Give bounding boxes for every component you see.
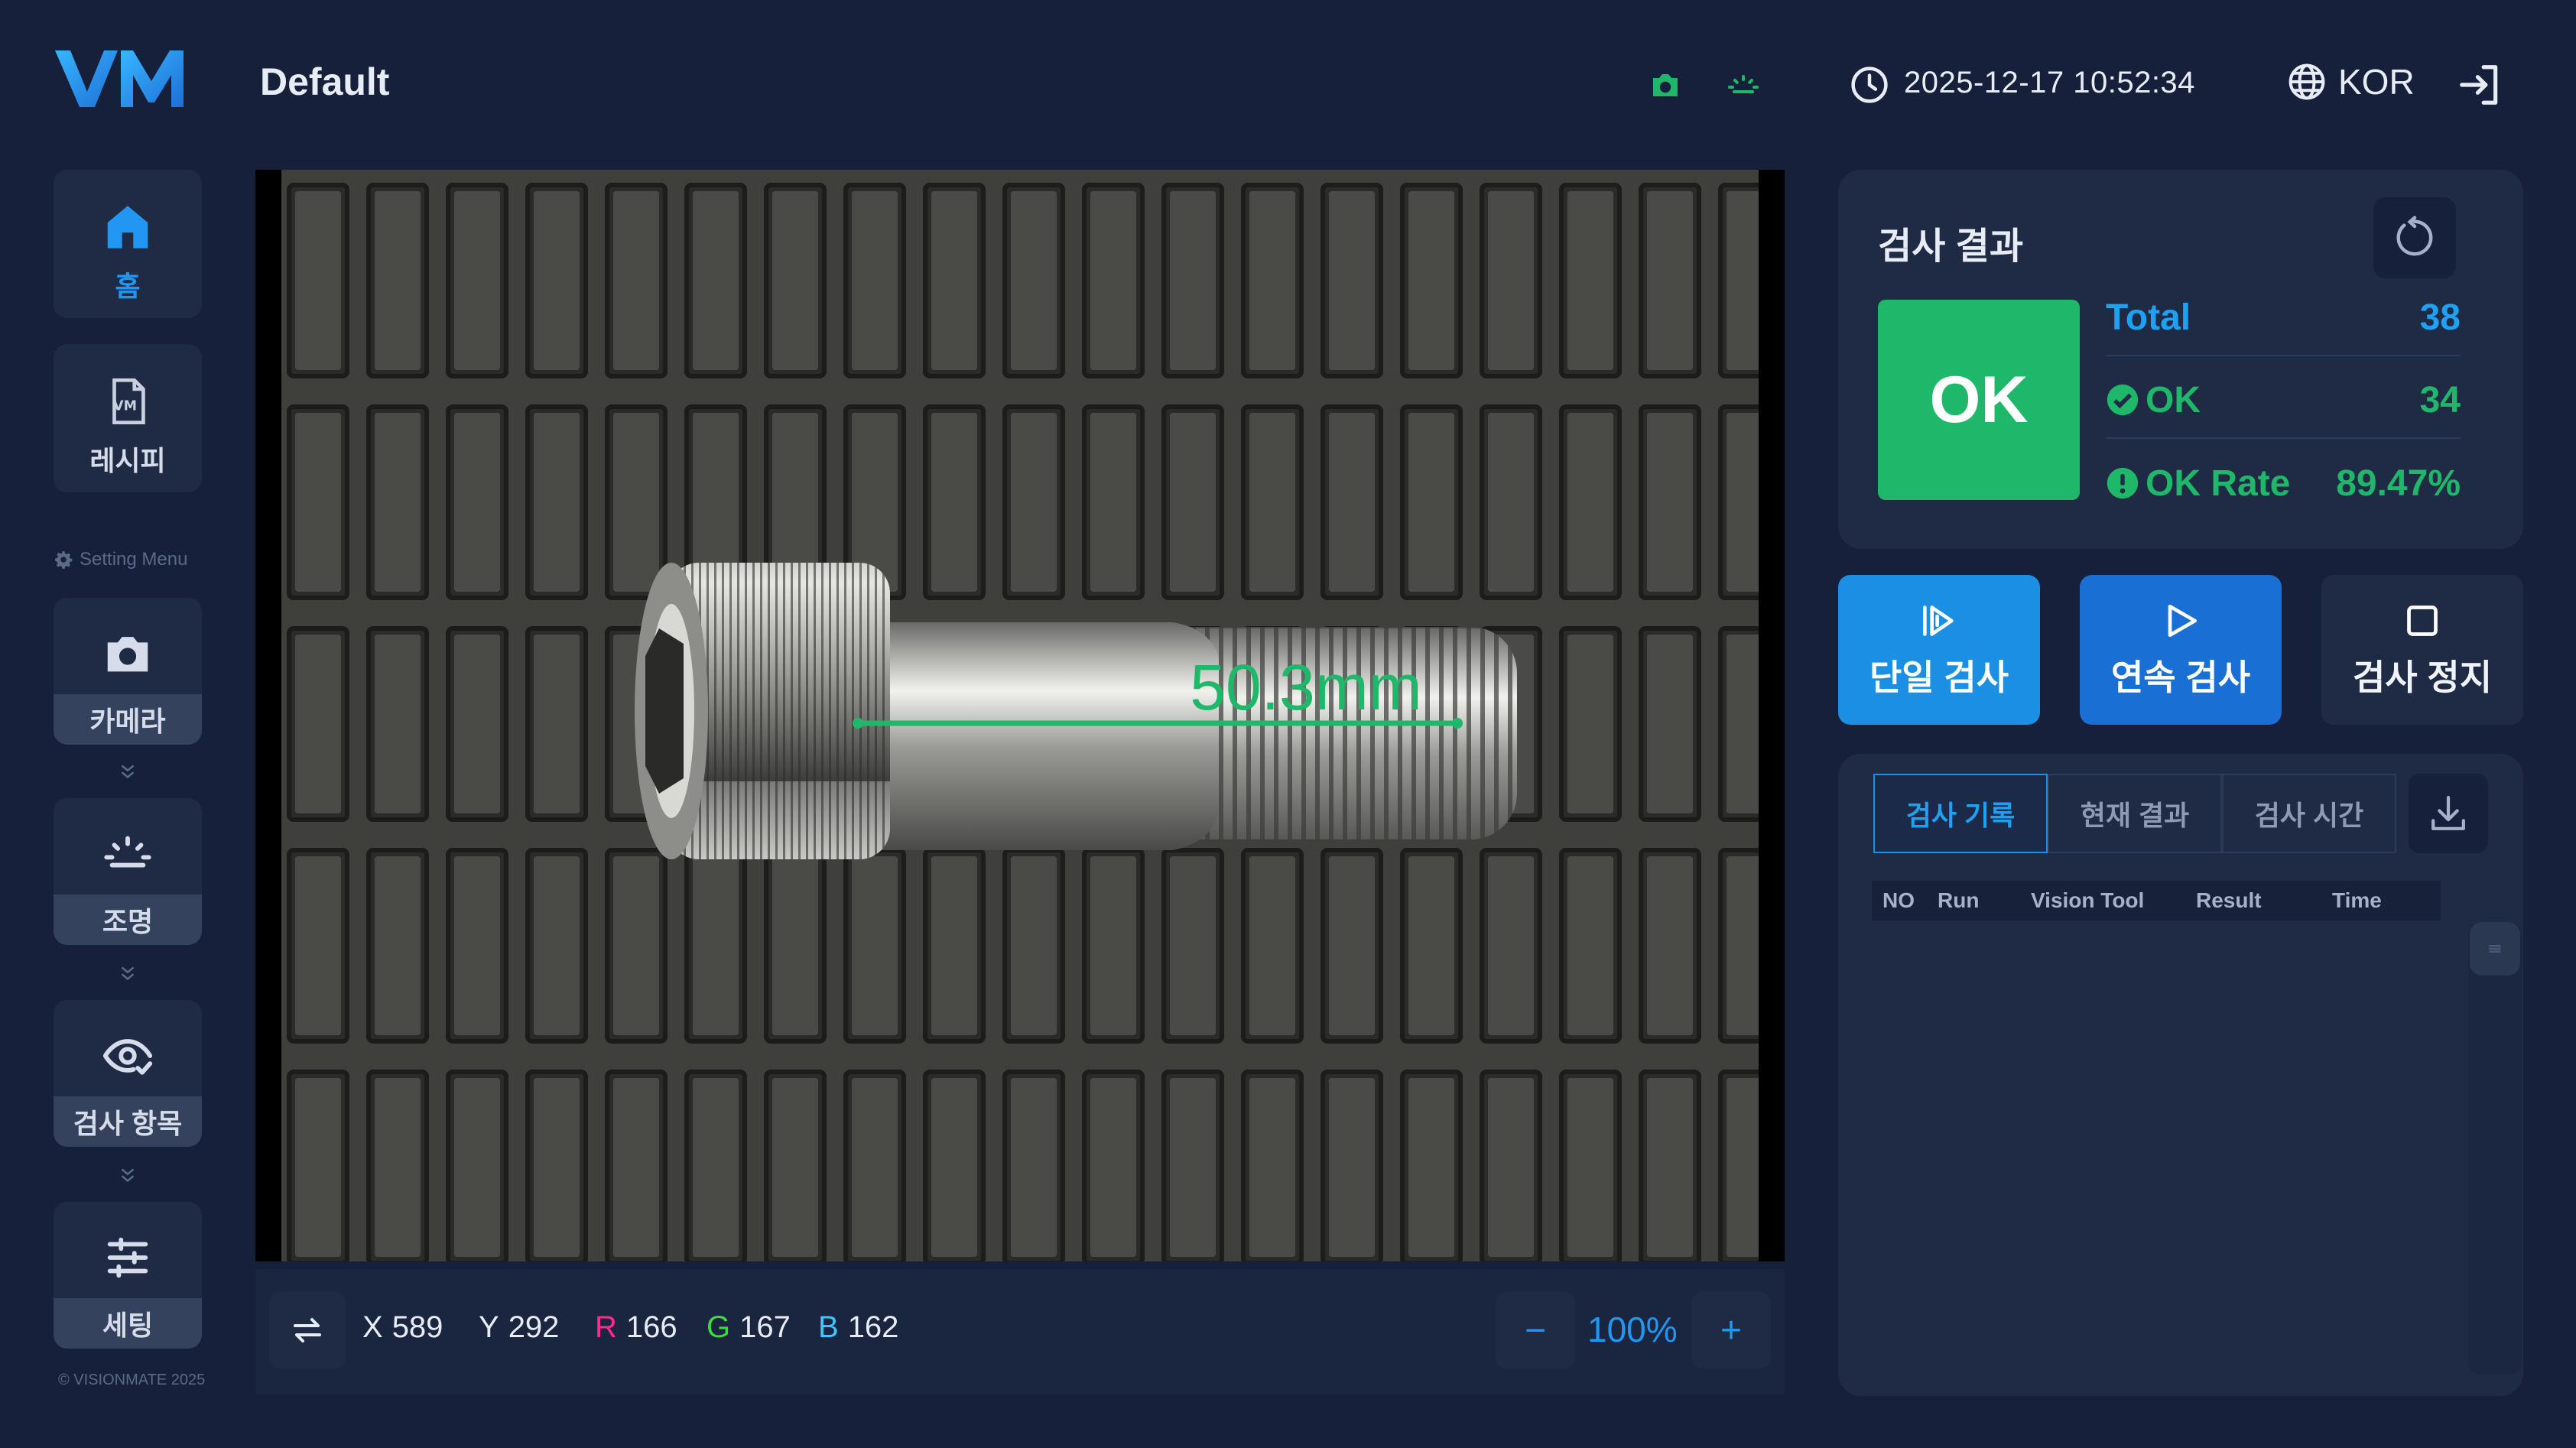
- language-selector[interactable]: KOR: [2286, 61, 2415, 102]
- zoom-level: 100%: [1587, 1310, 1678, 1349]
- swap-button[interactable]: [269, 1292, 346, 1368]
- tab-inspection-time[interactable]: 검사 시간: [2222, 774, 2396, 853]
- stat-ok-rate: OK Rate 89.47%: [2106, 445, 2461, 521]
- measurement-label: 50.3mm: [1190, 651, 1421, 723]
- column-header: Time: [2332, 888, 2382, 912]
- svg-text:VM: VM: [113, 399, 137, 414]
- r-label: R: [595, 1310, 617, 1344]
- history-scrollbar[interactable]: [2468, 922, 2522, 1375]
- sidebar-item-label: 조명: [54, 894, 202, 945]
- sidebar-item-home[interactable]: 홈: [54, 170, 202, 318]
- sidebar-item-label: 세팅: [54, 1298, 202, 1349]
- result-title: 검사 결과: [1878, 226, 2023, 267]
- reset-button[interactable]: [2373, 197, 2456, 278]
- grip-icon: [2489, 945, 2501, 953]
- stat-total-label: Total: [2106, 297, 2191, 338]
- x-coordinate: X 589: [362, 1310, 443, 1345]
- gear-icon: [55, 551, 73, 569]
- light-icon: [104, 836, 151, 868]
- stop-inspection-button[interactable]: 검사 정지: [2321, 575, 2523, 725]
- stop-icon: [2407, 605, 2438, 636]
- g-value: 167: [739, 1310, 791, 1344]
- language-label: KOR: [2338, 62, 2415, 102]
- sidebar-item-label: 검사 항목: [54, 1096, 202, 1147]
- sidebar-item-settings[interactable]: 세팅: [54, 1202, 202, 1349]
- continuous-inspection-button[interactable]: 연속 검사: [2080, 575, 2282, 725]
- stat-total: Total 38: [2106, 280, 2461, 356]
- camera-icon: [107, 637, 148, 672]
- column-header: NO: [1882, 888, 1915, 912]
- single-inspection-button[interactable]: 단일 검사: [1838, 575, 2040, 725]
- sidebar-item-inspect-items[interactable]: 검사 항목: [54, 1000, 202, 1147]
- home-icon: [107, 206, 148, 248]
- zoom-out-button[interactable]: −: [1496, 1292, 1575, 1368]
- play-once-icon: [1923, 605, 1954, 636]
- tab-inspection-log[interactable]: 검사 기록: [1873, 774, 2048, 853]
- datetime: 2025-12-17 10:52:34: [1904, 66, 2195, 99]
- download-button[interactable]: [2409, 774, 2488, 853]
- globe-icon: [2289, 63, 2325, 100]
- stat-ok-rate-label: OK Rate: [2146, 463, 2291, 504]
- g-label: G: [707, 1310, 731, 1344]
- page-title: Default: [260, 60, 390, 103]
- single-inspection-label: 단일 검사: [1869, 657, 2009, 697]
- status-badge: OK: [1878, 300, 2080, 500]
- copyright: © VISIONMATE 2025: [58, 1372, 206, 1388]
- stat-ok: OK 34: [2106, 362, 2461, 439]
- r-value-readout: R 166: [595, 1310, 677, 1345]
- b-value: 162: [847, 1310, 899, 1344]
- y-coordinate: Y 292: [479, 1310, 559, 1345]
- alert-circle-icon: [2107, 467, 2139, 499]
- stat-ok-label: OK: [2146, 379, 2201, 420]
- g-value-readout: G 167: [707, 1310, 791, 1345]
- camera-status-icon: [1653, 74, 1678, 96]
- history-table-header: NO Run Vision Tool Result Time: [1872, 881, 2441, 920]
- y-label: Y: [479, 1310, 499, 1344]
- sidebar-item-camera[interactable]: 카메라: [54, 598, 202, 745]
- inspection-image: 50.3mm: [255, 170, 1785, 1261]
- light-status-icon: [1728, 75, 1759, 93]
- column-header: Result: [2196, 888, 2262, 912]
- b-label: B: [818, 1310, 839, 1344]
- visionmate-logo: [55, 50, 184, 107]
- setting-menu-label: Setting Menu: [80, 549, 188, 570]
- sidebar-item-recipe[interactable]: VM 레시피: [54, 344, 202, 492]
- x-label: X: [362, 1310, 383, 1344]
- column-header: Vision Tool: [2031, 888, 2145, 912]
- chevron-down-icon: [121, 966, 135, 981]
- stop-inspection-label: 검사 정지: [2352, 657, 2493, 697]
- setting-menu-header: Setting Menu: [54, 549, 187, 570]
- sidebar-item-light[interactable]: 조명: [54, 798, 202, 945]
- stat-ok-value: 34: [2419, 379, 2461, 420]
- b-value-readout: B 162: [818, 1310, 898, 1345]
- download-icon: [2431, 795, 2465, 830]
- eye-check-icon: [102, 1039, 153, 1075]
- column-header: Run: [1938, 888, 1980, 912]
- logout-icon[interactable]: [2456, 61, 2503, 109]
- sidebar-item-label: 레시피: [89, 445, 166, 476]
- r-value: 166: [625, 1310, 677, 1344]
- sliders-icon: [107, 1237, 148, 1278]
- inspection-image-viewer[interactable]: 50.3mm: [255, 170, 1785, 1261]
- scrollbar-thumb[interactable]: [2470, 922, 2520, 976]
- x-value: 589: [391, 1310, 443, 1344]
- continuous-inspection-label: 연속 검사: [2110, 657, 2251, 697]
- zoom-in-button[interactable]: +: [1691, 1292, 1771, 1368]
- stat-total-value: 38: [2419, 297, 2461, 338]
- play-icon: [2168, 605, 2197, 637]
- clock-icon: [1851, 67, 1888, 103]
- chevron-down-icon: [121, 1168, 135, 1183]
- stat-ok-rate-value: 89.47%: [2336, 463, 2461, 504]
- swap-arrows-icon: [294, 1318, 321, 1342]
- refresh-icon: [2396, 216, 2433, 256]
- y-value: 292: [508, 1310, 560, 1344]
- chevron-down-icon: [121, 765, 135, 779]
- sidebar-item-label: 카메라: [54, 694, 202, 745]
- tab-current-result[interactable]: 현재 결과: [2048, 774, 2222, 853]
- check-circle-icon: [2107, 384, 2139, 416]
- sidebar-item-label: 홈: [115, 271, 141, 302]
- recipe-file-icon: VM: [112, 378, 145, 425]
